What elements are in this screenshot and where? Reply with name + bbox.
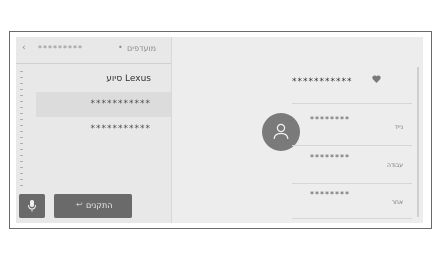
phone-type: עבודה <box>386 162 403 169</box>
devices-button-label: התקנים <box>86 201 113 210</box>
voice-button[interactable] <box>19 194 45 218</box>
breadcrumb-masked: ********* <box>38 44 83 53</box>
favorites-pane: ‹ ********* • מועדפים סיוע Lexus *******… <box>16 37 172 223</box>
breadcrumb-separator: • <box>118 43 123 52</box>
divider <box>16 63 171 64</box>
chevron-left-icon[interactable]: ‹ <box>22 43 26 53</box>
breadcrumb-current: מועדפים <box>127 44 157 53</box>
list-item[interactable]: סיוע Lexus <box>36 67 171 92</box>
list-item-label: *********** <box>90 99 151 109</box>
divider <box>292 218 412 219</box>
heart-icon[interactable] <box>372 75 381 83</box>
phone-row[interactable]: ******** אחר <box>302 190 417 210</box>
phone-type: אחר <box>391 199 403 206</box>
list-item-label: סיוע Lexus <box>106 74 151 84</box>
divider <box>292 145 412 146</box>
contact-name: *********** <box>292 77 353 87</box>
contact-detail-pane: *********** ******** נייד ******** עבודה… <box>172 37 423 223</box>
scrollbar[interactable] <box>417 67 419 217</box>
back-arrow-icon: ↩ <box>76 200 83 209</box>
phone-row[interactable]: ******** עבודה <box>302 153 417 173</box>
list-item[interactable]: *********** <box>36 117 171 142</box>
phone-number: ******** <box>310 190 350 199</box>
scroll-index[interactable] <box>20 71 23 191</box>
phone-number: ******** <box>310 153 350 162</box>
contacts-screen: ‹ ********* • מועדפים סיוע Lexus *******… <box>16 37 423 223</box>
person-icon <box>273 123 289 140</box>
divider <box>292 183 412 184</box>
breadcrumb: ‹ ********* • מועדפים <box>22 43 172 57</box>
phone-number: ******** <box>310 115 350 124</box>
microphone-icon <box>28 200 36 212</box>
phone-type: נייד <box>394 124 403 131</box>
list-item-label: *********** <box>90 124 151 134</box>
list-item[interactable]: *********** <box>36 92 171 117</box>
divider <box>292 103 412 104</box>
phone-row[interactable]: ******** נייד <box>302 115 417 135</box>
favorites-list: סיוע Lexus *********** *********** <box>36 67 171 142</box>
devices-button[interactable]: ↩ התקנים <box>54 194 132 218</box>
